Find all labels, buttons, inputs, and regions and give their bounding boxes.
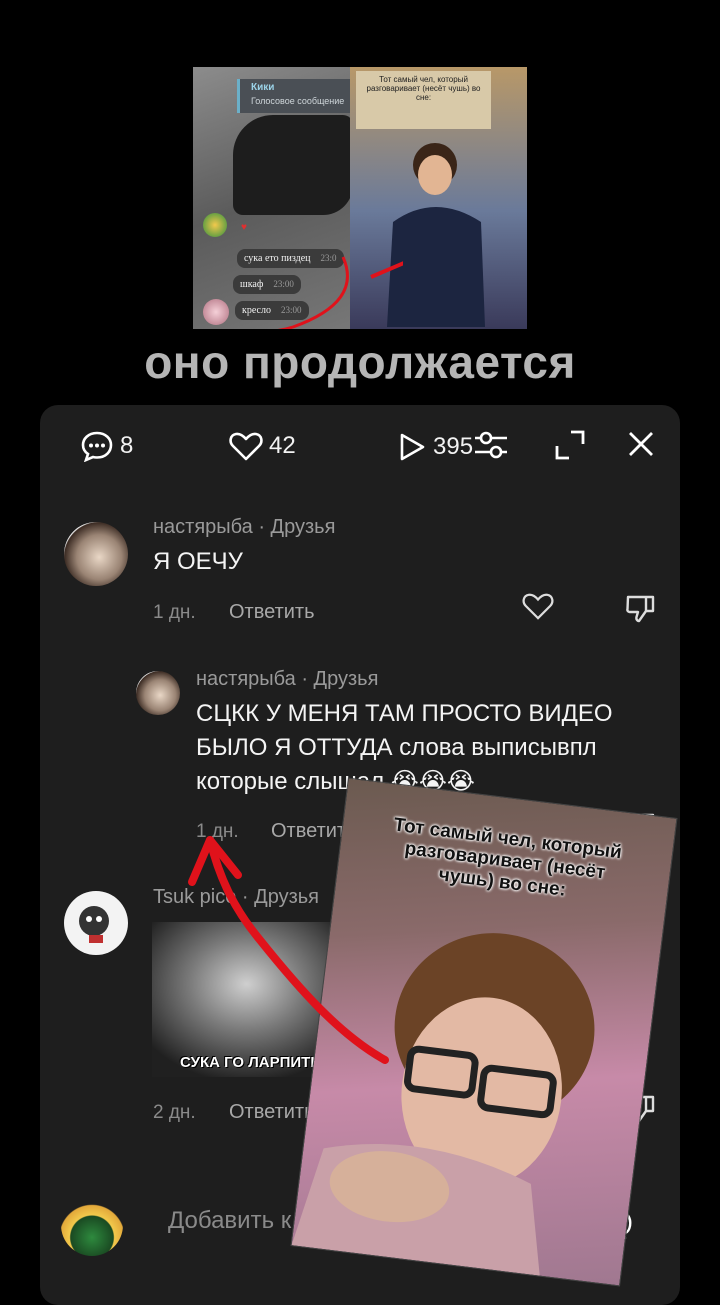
comment-age: 2 дн. [153,1102,196,1123]
overlay-caption: Тот самый чел, который разговаривает (не… [392,814,623,901]
comments-count: 8 [120,432,134,459]
sliders-icon [475,431,507,459]
play-icon [400,433,425,461]
video-caption: оно продолжается [144,336,576,388]
chat-subtitle: Голосовое сообщение [251,96,345,106]
avatar[interactable] [64,522,128,586]
video-note: Тот самый чел, который разговаривает (не… [356,71,491,129]
heart-outline-icon [229,432,263,461]
avatar[interactable] [136,671,180,715]
red-arrow [188,836,389,1064]
comment-input[interactable]: Добавить к [168,1207,291,1235]
dark-photo [233,115,353,215]
avatar[interactable] [64,891,128,955]
chat-avatar [203,299,229,325]
plays-counter: 395 [397,431,473,463]
comment-text: СЦКК У МЕНЯ ТАМ ПРОСТО ВИДЕО БЫЛО Я ОТТУ… [196,700,613,795]
comment-dislike-button[interactable] [624,592,656,624]
likes-count: 42 [269,432,296,459]
comment-icon [81,431,113,462]
comments-counter[interactable]: 8 [80,430,133,462]
heart-icon: ♥ [241,222,247,233]
comment-age: 1 дн. [153,602,196,623]
comment-author[interactable]: настярыба · Друзья [196,668,378,691]
reply-button[interactable]: Ответить [229,601,315,624]
current-user-avatar[interactable] [61,1194,123,1256]
heart-outline-icon [522,593,554,620]
chat-name: Кики [251,82,275,93]
chat-avatar [203,213,227,237]
reply-button[interactable]: Ответить [229,1101,315,1124]
video-collage: Кики Голосовое сообщение ♥ сука ето пизд… [193,67,527,329]
close-button[interactable] [626,429,656,459]
thumbs-down-icon [626,595,655,623]
close-icon [629,432,653,456]
comment-author[interactable]: настярыба · Друзья [153,516,335,539]
skull-avatar-icon [79,906,109,943]
comment-text: Я ОЕЧУ [153,548,243,575]
plays-count: 395 [433,433,474,460]
filter-button[interactable] [473,428,509,462]
comment-like-button[interactable] [522,592,554,620]
red-circle-mark [277,256,403,329]
like-counter[interactable]: 42 [229,431,296,461]
expand-button[interactable] [553,428,587,462]
expand-icon [555,430,585,460]
